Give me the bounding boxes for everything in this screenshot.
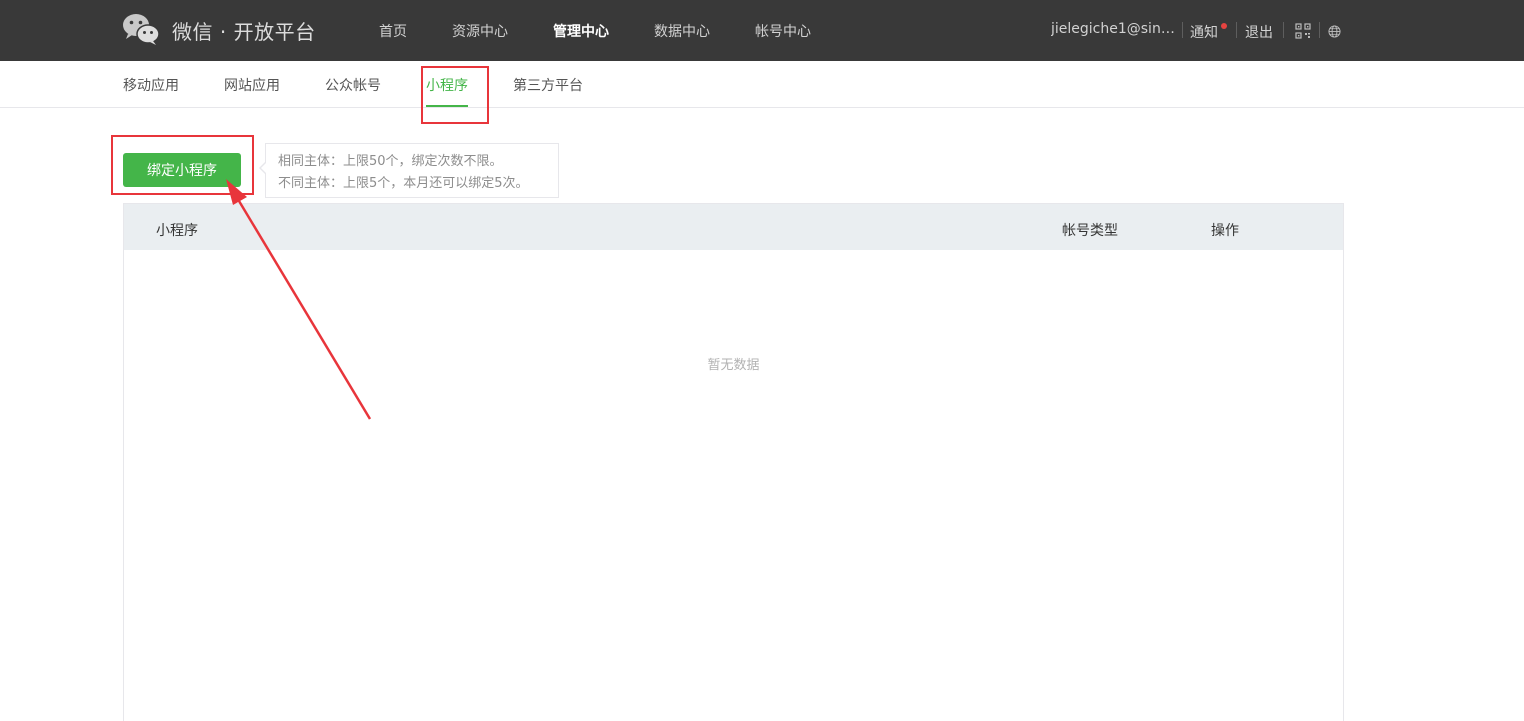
sub-navigation: 移动应用 网站应用 公众帐号 小程序 第三方平台 (0, 61, 1524, 108)
bind-mini-program-button[interactable]: 绑定小程序 (123, 153, 241, 187)
nav-resource-center[interactable]: 资源中心 (452, 21, 508, 41)
nav-account-center[interactable]: 帐号中心 (755, 21, 811, 41)
brand-title[interactable]: 微信 · 开放平台 (172, 16, 316, 45)
notice-badge-dot (1221, 23, 1227, 29)
notice-link[interactable]: 通知 (1190, 22, 1218, 42)
binding-limit-tip: 相同主体：上限50个，绑定次数不限。 不同主体：上限5个，本月还可以绑定5次。 (265, 143, 559, 198)
divider (1182, 22, 1183, 38)
column-header-account-type: 帐号类型 (1062, 223, 1118, 239)
nav-data-center[interactable]: 数据中心 (654, 21, 710, 41)
tip-same-entity: 相同主体：上限50个，绑定次数不限。 (278, 154, 503, 169)
tab-official-accounts[interactable]: 公众帐号 (325, 75, 381, 95)
annotation-box-tab (421, 66, 489, 124)
tooltip-arrow-inner (261, 162, 267, 174)
tab-website-apps[interactable]: 网站应用 (224, 75, 280, 95)
nav-home[interactable]: 首页 (379, 21, 407, 41)
nav-management-center[interactable]: 管理中心 (553, 21, 609, 41)
divider (1236, 22, 1237, 38)
tab-mobile-apps[interactable]: 移动应用 (123, 75, 179, 95)
divider (1283, 22, 1284, 38)
empty-state-text: 暂无数据 (707, 358, 760, 373)
tip-different-entity: 不同主体：上限5个，本月还可以绑定5次。 (278, 176, 529, 191)
tab-third-party-platform[interactable]: 第三方平台 (513, 75, 583, 95)
column-header-actions: 操作 (1211, 223, 1239, 239)
logout-link[interactable]: 退出 (1245, 22, 1273, 42)
divider (1319, 22, 1320, 38)
mini-program-table: 小程序 帐号类型 操作 暂无数据 (123, 203, 1344, 721)
qr-code-icon[interactable] (1295, 23, 1311, 39)
wechat-logo-icon[interactable] (122, 12, 160, 46)
globe-icon[interactable] (1328, 25, 1341, 38)
user-email[interactable]: jielegiche1@sina... (1051, 21, 1179, 37)
top-header: 微信 · 开放平台 首页 资源中心 管理中心 数据中心 帐号中心 jielegi… (0, 0, 1524, 61)
column-header-mini-program: 小程序 (156, 223, 198, 239)
table-header: 小程序 帐号类型 操作 (124, 204, 1343, 250)
